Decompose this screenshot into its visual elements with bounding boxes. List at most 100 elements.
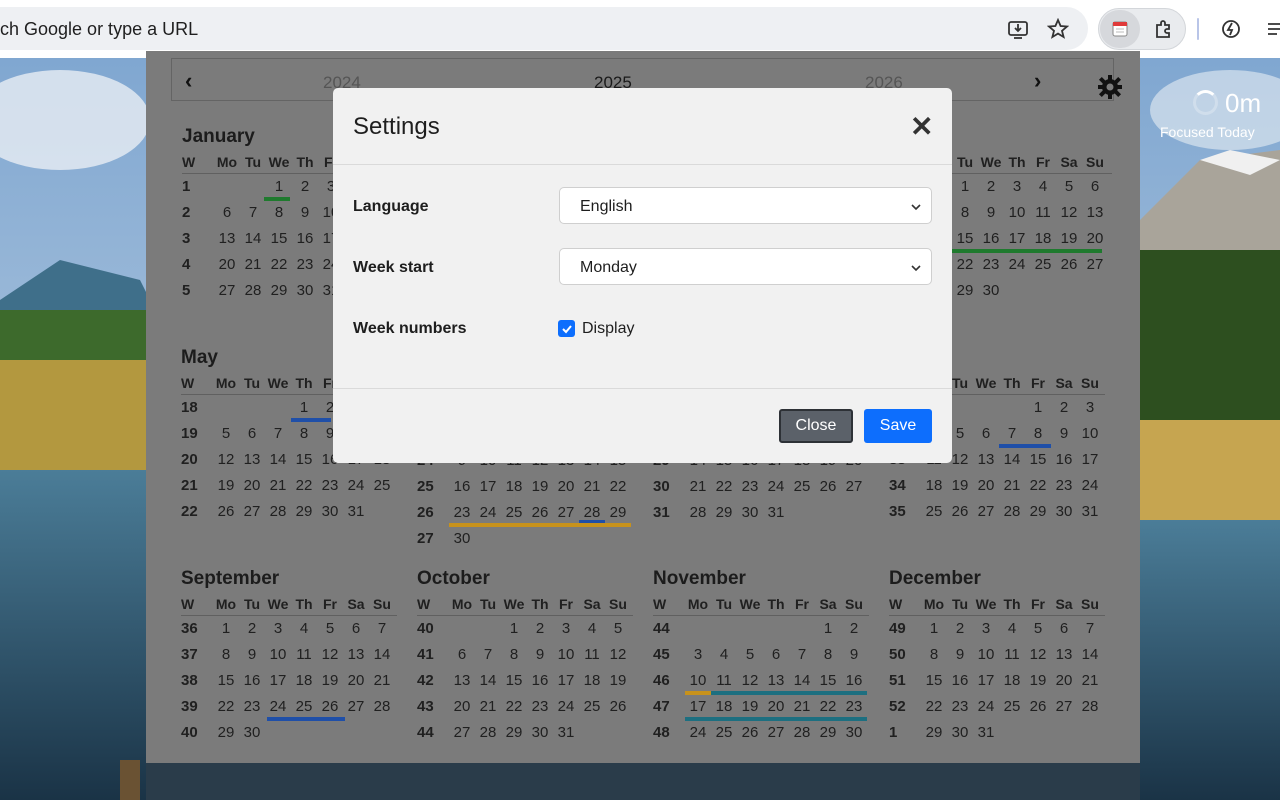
day-cell[interactable]: 18 — [501, 475, 527, 501]
day-cell[interactable]: 11 — [999, 643, 1025, 669]
day-cell[interactable]: 23 — [292, 253, 318, 279]
day-cell[interactable]: 26 — [947, 500, 973, 526]
day-cell[interactable]: 14 — [265, 448, 291, 474]
day-cell[interactable]: 8 — [952, 201, 978, 227]
day-cell[interactable]: 24 — [973, 695, 999, 721]
day-cell[interactable]: 3 — [685, 643, 711, 669]
address-bar-text[interactable]: ch Google or type a URL — [0, 19, 198, 40]
day-cell[interactable]: 6 — [973, 422, 999, 448]
day-cell[interactable]: 31 — [973, 721, 999, 747]
day-cell[interactable]: 15 — [501, 669, 527, 695]
day-cell[interactable]: 2 — [841, 617, 867, 643]
day-cell[interactable]: 4 — [1030, 175, 1056, 201]
day-cell[interactable]: 22 — [921, 695, 947, 721]
day-cell[interactable]: 29 — [921, 721, 947, 747]
day-cell[interactable]: 5 — [1025, 617, 1051, 643]
day-cell[interactable]: 4 — [999, 617, 1025, 643]
day-cell[interactable]: 22 — [501, 695, 527, 721]
day-cell[interactable]: 26 — [737, 721, 763, 747]
day-cell[interactable]: 12 — [1025, 643, 1051, 669]
day-cell[interactable]: 9 — [947, 643, 973, 669]
day-cell[interactable]: 25 — [711, 721, 737, 747]
day-cell[interactable]: 19 — [527, 475, 553, 501]
day-cell[interactable]: 5 — [1056, 175, 1082, 201]
day-cell[interactable]: 19 — [213, 474, 239, 500]
day-cell[interactable]: 17 — [265, 669, 291, 695]
day-cell[interactable]: 27 — [449, 721, 475, 747]
day-cell[interactable]: 6 — [1082, 175, 1108, 201]
day-cell[interactable]: 10 — [265, 643, 291, 669]
day-cell[interactable]: 13 — [973, 448, 999, 474]
day-cell[interactable]: 6 — [214, 201, 240, 227]
day-cell[interactable]: 14 — [240, 227, 266, 253]
day-cell[interactable]: 27 — [214, 279, 240, 305]
day-cell[interactable]: 6 — [1051, 617, 1077, 643]
day-cell[interactable]: 21 — [1077, 669, 1103, 695]
day-cell[interactable]: 15 — [213, 669, 239, 695]
day-cell[interactable]: 22 — [213, 695, 239, 721]
day-cell[interactable]: 29 — [1025, 500, 1051, 526]
day-cell[interactable]: 7 — [369, 617, 395, 643]
day-cell[interactable]: 27 — [763, 721, 789, 747]
day-cell[interactable]: 13 — [343, 643, 369, 669]
day-cell[interactable]: 19 — [1025, 669, 1051, 695]
day-cell[interactable]: 26 — [605, 695, 631, 721]
day-cell[interactable]: 29 — [815, 721, 841, 747]
day-cell[interactable]: 24 — [685, 721, 711, 747]
day-cell[interactable]: 16 — [292, 227, 318, 253]
day-cell[interactable]: 21 — [240, 253, 266, 279]
day-cell[interactable]: 4 — [579, 617, 605, 643]
day-cell[interactable]: 5 — [605, 617, 631, 643]
day-cell[interactable]: 29 — [291, 500, 317, 526]
day-cell[interactable]: 31 — [343, 500, 369, 526]
day-cell[interactable]: 30 — [239, 721, 265, 747]
day-cell[interactable]: 1 — [815, 617, 841, 643]
day-cell[interactable]: 31 — [1077, 500, 1103, 526]
day-cell[interactable]: 10 — [1004, 201, 1030, 227]
day-cell[interactable]: 30 — [449, 527, 475, 553]
day-cell[interactable]: 29 — [266, 279, 292, 305]
day-cell[interactable]: 2 — [292, 175, 318, 201]
day-cell[interactable]: 28 — [475, 721, 501, 747]
day-cell[interactable]: 10 — [973, 643, 999, 669]
day-cell[interactable]: 27 — [1082, 253, 1108, 279]
browser-ai-icon[interactable] — [1218, 16, 1244, 42]
day-cell[interactable]: 23 — [317, 474, 343, 500]
day-cell[interactable]: 18 — [921, 474, 947, 500]
day-cell[interactable]: 3 — [265, 617, 291, 643]
day-cell[interactable]: 8 — [213, 643, 239, 669]
install-app-icon[interactable] — [1005, 16, 1031, 42]
day-cell[interactable]: 11 — [291, 643, 317, 669]
day-cell[interactable]: 13 — [1082, 201, 1108, 227]
day-cell[interactable]: 29 — [952, 279, 978, 305]
day-cell[interactable]: 8 — [266, 201, 292, 227]
week-start-select[interactable]: Monday — [559, 248, 932, 285]
day-cell[interactable]: 19 — [947, 474, 973, 500]
day-cell[interactable]: 13 — [1051, 643, 1077, 669]
day-cell[interactable]: 22 — [1025, 474, 1051, 500]
day-cell[interactable]: 9 — [292, 201, 318, 227]
day-cell[interactable]: 24 — [1077, 474, 1103, 500]
week-numbers-checkbox[interactable] — [558, 320, 575, 337]
day-cell[interactable]: 28 — [265, 500, 291, 526]
day-cell[interactable]: 30 — [292, 279, 318, 305]
day-cell[interactable]: 18 — [999, 669, 1025, 695]
day-cell[interactable]: 9 — [1051, 422, 1077, 448]
day-cell[interactable]: 20 — [343, 669, 369, 695]
day-cell[interactable]: 15 — [291, 448, 317, 474]
day-cell[interactable]: 14 — [1077, 643, 1103, 669]
day-cell[interactable]: 27 — [973, 500, 999, 526]
day-cell[interactable]: 12 — [605, 643, 631, 669]
day-cell[interactable]: 11 — [579, 643, 605, 669]
day-cell[interactable]: 25 — [789, 475, 815, 501]
day-cell[interactable]: 25 — [369, 474, 395, 500]
day-cell[interactable]: 14 — [369, 643, 395, 669]
day-cell[interactable]: 14 — [999, 448, 1025, 474]
day-cell[interactable]: 24 — [553, 695, 579, 721]
day-cell[interactable]: 9 — [978, 201, 1004, 227]
day-cell[interactable]: 9 — [239, 643, 265, 669]
day-cell[interactable]: 13 — [449, 669, 475, 695]
day-cell[interactable]: 14 — [475, 669, 501, 695]
day-cell[interactable]: 23 — [1051, 474, 1077, 500]
day-cell[interactable]: 15 — [1025, 448, 1051, 474]
